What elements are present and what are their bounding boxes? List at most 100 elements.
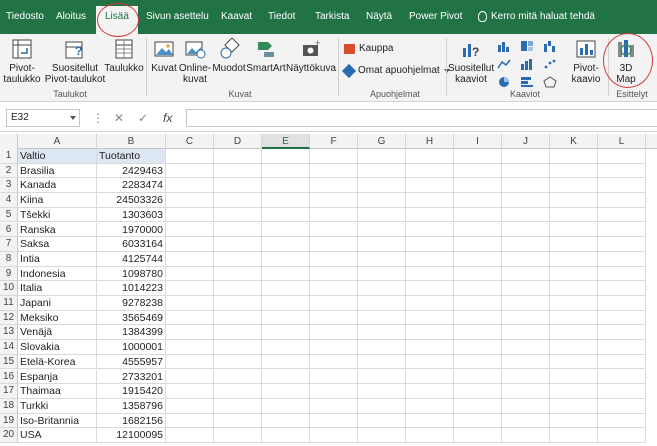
empty-cell[interactable] (262, 369, 310, 385)
empty-cell[interactable] (310, 354, 358, 370)
empty-cell[interactable] (262, 354, 310, 370)
empty-cell[interactable] (262, 310, 310, 326)
column-header-d[interactable]: D (214, 134, 262, 149)
empty-cell[interactable] (550, 178, 598, 194)
empty-cell[interactable] (406, 369, 454, 385)
empty-cell[interactable] (310, 340, 358, 355)
empty-cell[interactable] (166, 222, 214, 238)
empty-cell[interactable] (358, 281, 406, 296)
tab-nayta[interactable]: Näytä (366, 11, 392, 22)
empty-cell[interactable] (214, 251, 262, 267)
empty-cell[interactable] (598, 340, 646, 355)
empty-cell[interactable] (310, 163, 358, 179)
empty-cell[interactable] (406, 325, 454, 341)
empty-cell[interactable] (358, 325, 406, 341)
empty-cell[interactable] (166, 413, 214, 429)
empty-cell[interactable] (406, 149, 454, 164)
empty-cell[interactable] (310, 193, 358, 208)
empty-cell[interactable] (262, 222, 310, 238)
hierarchy-chart-icon[interactable] (520, 40, 534, 52)
empty-cell[interactable] (262, 296, 310, 311)
empty-cell[interactable] (214, 369, 262, 385)
empty-cell[interactable] (550, 281, 598, 296)
empty-cell[interactable] (166, 178, 214, 194)
empty-cell[interactable] (166, 193, 214, 208)
empty-cell[interactable] (598, 251, 646, 267)
empty-cell[interactable] (166, 266, 214, 282)
tab-lisaa[interactable]: Lisää (96, 6, 138, 34)
tab-tiedot[interactable]: Tiedot (268, 11, 295, 22)
empty-cell[interactable] (454, 340, 502, 355)
cell-country[interactable]: Saksa (18, 237, 97, 252)
empty-cell[interactable] (454, 310, 502, 326)
empty-cell[interactable] (214, 413, 262, 429)
empty-cell[interactable] (358, 340, 406, 355)
empty-cell[interactable] (214, 281, 262, 296)
empty-cell[interactable] (262, 428, 310, 443)
empty-cell[interactable] (406, 398, 454, 414)
empty-cell[interactable] (262, 178, 310, 194)
empty-cell[interactable] (166, 354, 214, 370)
empty-cell[interactable] (550, 354, 598, 370)
empty-cell[interactable] (166, 384, 214, 399)
empty-cell[interactable] (598, 384, 646, 399)
empty-cell[interactable] (262, 149, 310, 164)
column-header-e[interactable]: E (262, 134, 310, 149)
empty-cell[interactable] (358, 149, 406, 164)
empty-cell[interactable] (598, 354, 646, 370)
empty-cell[interactable] (262, 384, 310, 399)
cancel-icon[interactable]: ✕ (114, 111, 124, 125)
empty-cell[interactable] (454, 207, 502, 223)
row-header[interactable]: 17 (0, 384, 18, 399)
empty-cell[interactable] (550, 207, 598, 223)
empty-cell[interactable] (262, 325, 310, 341)
empty-cell[interactable] (502, 354, 550, 370)
column-header-h[interactable]: H (406, 134, 454, 149)
cell-country[interactable]: Ranska (18, 222, 97, 238)
cell-country[interactable]: Meksiko (18, 310, 97, 326)
empty-cell[interactable] (310, 266, 358, 282)
empty-cell[interactable] (406, 413, 454, 429)
empty-cell[interactable] (550, 163, 598, 179)
enter-icon[interactable]: ✓ (138, 111, 148, 125)
column-header-c[interactable]: C (166, 134, 214, 149)
tab-tiedosto[interactable]: Tiedosto (6, 11, 44, 22)
empty-cell[interactable] (550, 384, 598, 399)
empty-cell[interactable] (262, 281, 310, 296)
empty-cell[interactable] (166, 281, 214, 296)
empty-cell[interactable] (214, 222, 262, 238)
cell-production[interactable]: 1915420 (97, 384, 166, 399)
empty-cell[interactable] (214, 193, 262, 208)
empty-cell[interactable] (358, 193, 406, 208)
empty-cell[interactable] (358, 310, 406, 326)
cell-country[interactable]: Thaimaa (18, 384, 97, 399)
empty-cell[interactable] (214, 149, 262, 164)
empty-cell[interactable] (502, 251, 550, 267)
cell-production[interactable]: 12100095 (97, 428, 166, 443)
empty-cell[interactable] (454, 149, 502, 164)
empty-cell[interactable] (214, 398, 262, 414)
empty-cell[interactable] (550, 266, 598, 282)
empty-cell[interactable] (406, 163, 454, 179)
empty-cell[interactable] (406, 237, 454, 252)
tab-power-pivot[interactable]: Power Pivot (409, 11, 462, 22)
empty-cell[interactable] (262, 340, 310, 355)
empty-cell[interactable] (310, 384, 358, 399)
row-header[interactable]: 20 (0, 428, 18, 443)
empty-cell[interactable] (166, 369, 214, 385)
cell-production[interactable]: 1358796 (97, 398, 166, 414)
row-header[interactable]: 2 (0, 163, 18, 179)
row-header[interactable]: 19 (0, 413, 18, 429)
empty-cell[interactable] (502, 149, 550, 164)
empty-cell[interactable] (598, 398, 646, 414)
cell-production[interactable]: 1014223 (97, 281, 166, 296)
empty-cell[interactable] (358, 251, 406, 267)
screenshot-button[interactable]: + Näyttökuva (286, 38, 336, 74)
column-chart-icon[interactable] (497, 40, 511, 52)
statistic-chart-icon[interactable] (520, 58, 534, 70)
cell-country[interactable]: Indonesia (18, 266, 97, 282)
cell-production[interactable]: 1384399 (97, 325, 166, 341)
shapes-button[interactable]: Muodot (211, 38, 247, 74)
empty-cell[interactable] (550, 296, 598, 311)
empty-cell[interactable] (166, 149, 214, 164)
